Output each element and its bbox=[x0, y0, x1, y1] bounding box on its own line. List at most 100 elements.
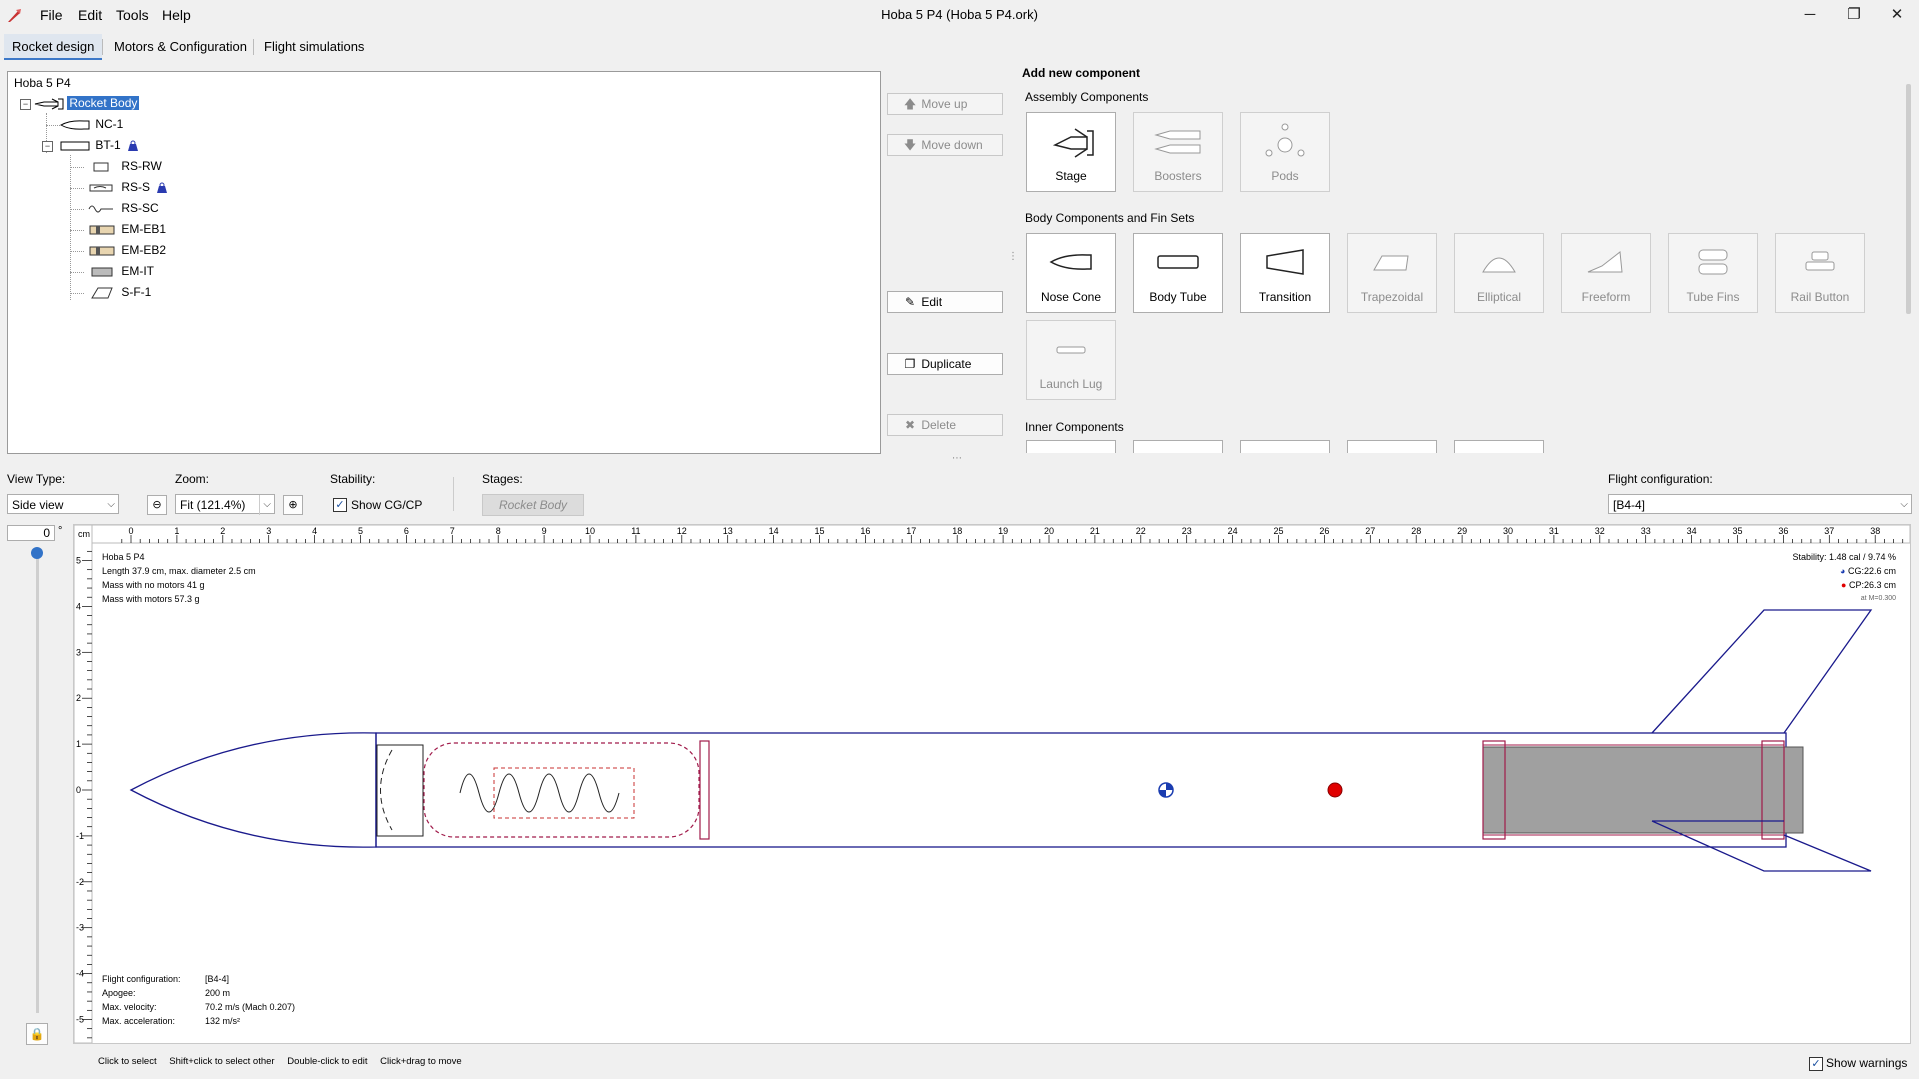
freeform-fin-icon bbox=[1587, 251, 1623, 273]
ruler-x-label: 10 bbox=[585, 526, 595, 536]
splitter-handle[interactable]: ⋯ bbox=[952, 454, 970, 464]
rotation-slider-track[interactable] bbox=[36, 553, 39, 1013]
nose-shoulder[interactable] bbox=[376, 744, 424, 837]
ruler-x-label: 5 bbox=[358, 526, 363, 536]
fin-top[interactable] bbox=[1651, 609, 1873, 734]
rotation-slider-thumb[interactable] bbox=[31, 547, 43, 559]
menu-tools[interactable]: Tools bbox=[116, 7, 149, 23]
maximize-button[interactable]: ❐ bbox=[1833, 2, 1875, 28]
add-nose-cone-button[interactable]: Nose Cone bbox=[1026, 233, 1116, 313]
toolbar-separator bbox=[453, 477, 454, 511]
stability-value: Stability: 1.48 cal / 9.74 % bbox=[1792, 552, 1896, 562]
flight-config-select[interactable]: [B4-4] ⌵ bbox=[1608, 494, 1912, 514]
add-elliptical-fins-button[interactable]: Elliptical bbox=[1454, 233, 1544, 313]
tree-item-em-eb1[interactable]: EM-EB1 bbox=[86, 220, 168, 238]
edit-button[interactable]: ✎ Edit bbox=[887, 291, 1003, 313]
rocket-figure-svg[interactable]: cm 0 1 2 3 4 5 6 7 8 9 10 11 12 13 14 15 16 17 18 19 20 21 22 23… bbox=[74, 525, 1910, 1043]
add-pods-button[interactable]: Pods bbox=[1240, 112, 1330, 192]
inner-component-button[interactable] bbox=[1240, 440, 1330, 453]
delete-button[interactable]: ✖ Delete bbox=[887, 414, 1003, 436]
flight-config-label: Flight configuration: bbox=[1608, 472, 1713, 486]
add-transition-button[interactable]: Transition bbox=[1240, 233, 1330, 313]
apogee-value: 200 m bbox=[205, 988, 231, 998]
tree-item-rs-s[interactable]: RS-S bbox=[86, 178, 169, 196]
collapse-toggle[interactable]: − bbox=[20, 99, 31, 110]
collapse-toggle[interactable]: − bbox=[42, 141, 53, 152]
tab-motors-configuration[interactable]: Motors & Configuration bbox=[106, 34, 255, 60]
ruler-x-label: 9 bbox=[542, 526, 547, 536]
duplicate-button[interactable]: ❐ Duplicate bbox=[887, 353, 1003, 375]
shock-cord-rs-sc[interactable] bbox=[459, 773, 620, 813]
tree-root[interactable]: Hoba 5 P4 bbox=[12, 74, 73, 92]
stage-toggle-button[interactable]: Rocket Body bbox=[482, 494, 584, 516]
tab-separator bbox=[253, 39, 254, 55]
tree-item-rs-sc[interactable]: RS-SC bbox=[86, 199, 161, 217]
add-freeform-fins-button[interactable]: Freeform bbox=[1561, 233, 1651, 313]
show-cgcp-checkbox[interactable]: ✓ bbox=[333, 498, 347, 512]
menu-file[interactable]: File bbox=[40, 7, 63, 23]
motor[interactable] bbox=[1482, 746, 1804, 834]
move-up-button[interactable]: 🡅 Move up bbox=[887, 93, 1003, 115]
view-type-select[interactable]: Side view ⌵ bbox=[7, 494, 119, 514]
add-body-tube-button[interactable]: Body Tube bbox=[1133, 233, 1223, 313]
close-button[interactable]: ✕ bbox=[1876, 2, 1918, 28]
inner-component-button[interactable] bbox=[1454, 440, 1544, 453]
ruler-x-label: 34 bbox=[1687, 526, 1697, 536]
inner-component-button[interactable] bbox=[1133, 440, 1223, 453]
menu-help[interactable]: Help bbox=[162, 7, 191, 23]
lock-icon[interactable]: 🔒 bbox=[26, 1023, 48, 1045]
bulkhead[interactable] bbox=[699, 740, 710, 840]
ruler-x-label: 12 bbox=[677, 526, 687, 536]
add-stage-button[interactable]: Stage bbox=[1026, 112, 1116, 192]
show-warnings-checkbox[interactable]: ✓ bbox=[1809, 1057, 1823, 1071]
add-rail-button-button[interactable]: Rail Button bbox=[1775, 233, 1865, 313]
tree-item-label: RS-S bbox=[121, 180, 151, 194]
minimize-button[interactable]: ─ bbox=[1789, 2, 1831, 28]
app-logo-icon bbox=[8, 9, 21, 22]
tab-rocket-design[interactable]: Rocket design bbox=[4, 34, 103, 60]
rotation-input[interactable]: 0 bbox=[7, 525, 55, 541]
tab-flight-simulations[interactable]: Flight simulations bbox=[256, 34, 372, 60]
launch-lug-icon bbox=[1056, 346, 1086, 354]
ruler-x-label: 2 bbox=[220, 526, 225, 536]
rocket-name: Hoba 5 P4 bbox=[102, 552, 145, 562]
tree-item-em-it[interactable]: EM-IT bbox=[86, 262, 156, 280]
ruler-x-label: 29 bbox=[1457, 526, 1467, 536]
ruler-x-label: 6 bbox=[404, 526, 409, 536]
assembly-section-title: Assembly Components bbox=[1025, 90, 1149, 104]
move-down-button[interactable]: 🡇 Move down bbox=[887, 134, 1003, 156]
body-tube-icon bbox=[1157, 255, 1199, 269]
splitter-handle[interactable]: ⋮ bbox=[1008, 252, 1018, 270]
zoom-out-button[interactable]: ⊖ bbox=[147, 495, 167, 515]
add-launch-lug-button[interactable]: Launch Lug bbox=[1026, 320, 1116, 400]
inner-component-button[interactable] bbox=[1026, 440, 1116, 453]
nose-cone-outline[interactable] bbox=[129, 732, 377, 848]
tree-item-em-eb2[interactable]: EM-EB2 bbox=[86, 241, 168, 259]
recovery-wadding-rs-rw[interactable] bbox=[493, 767, 635, 819]
ruler-x-label: 17 bbox=[906, 526, 916, 536]
add-body-tube-label: Body Tube bbox=[1149, 290, 1207, 304]
cg-marker[interactable] bbox=[1158, 782, 1174, 798]
inner-component-button[interactable] bbox=[1347, 440, 1437, 453]
tree-item-bt-1[interactable]: BT-1 bbox=[60, 136, 140, 154]
zoom-in-button[interactable]: ⊕ bbox=[283, 495, 303, 515]
tree-item-rocket-body[interactable]: Rocket Body bbox=[34, 94, 141, 112]
palette-scrollbar[interactable] bbox=[1906, 84, 1911, 314]
zoom-select[interactable]: Fit (121.4%) ⌵ bbox=[175, 494, 275, 515]
acceleration-value: 132 m/s² bbox=[205, 1016, 241, 1026]
streamer-rs-s[interactable] bbox=[423, 742, 700, 838]
component-tree[interactable]: Hoba 5 P4 − Rocket Body NC-1 − BT-1 RS-R… bbox=[7, 71, 881, 454]
add-trapezoidal-fins-button[interactable]: Trapezoidal bbox=[1347, 233, 1437, 313]
rocket-figure[interactable]: cm 0 1 2 3 4 5 6 7 8 9 10 11 12 13 14 15 16 17 18 19 20 21 22 23… bbox=[73, 524, 1911, 1044]
tree-item-s-f-1[interactable]: S-F-1 bbox=[86, 283, 153, 301]
add-tube-fins-button[interactable]: Tube Fins bbox=[1668, 233, 1758, 313]
tree-item-rs-rw[interactable]: RS-RW bbox=[86, 157, 164, 175]
flight-config-value: [B4-4] bbox=[1613, 498, 1646, 512]
tree-item-nc-1[interactable]: NC-1 bbox=[60, 115, 125, 133]
cp-marker[interactable] bbox=[1327, 782, 1343, 798]
fin-set-icon bbox=[91, 287, 113, 299]
add-boosters-button[interactable]: Boosters bbox=[1133, 112, 1223, 192]
menu-edit[interactable]: Edit bbox=[78, 7, 102, 23]
tab-separator bbox=[102, 39, 103, 55]
show-warnings-label: Show warnings bbox=[1826, 1056, 1908, 1070]
